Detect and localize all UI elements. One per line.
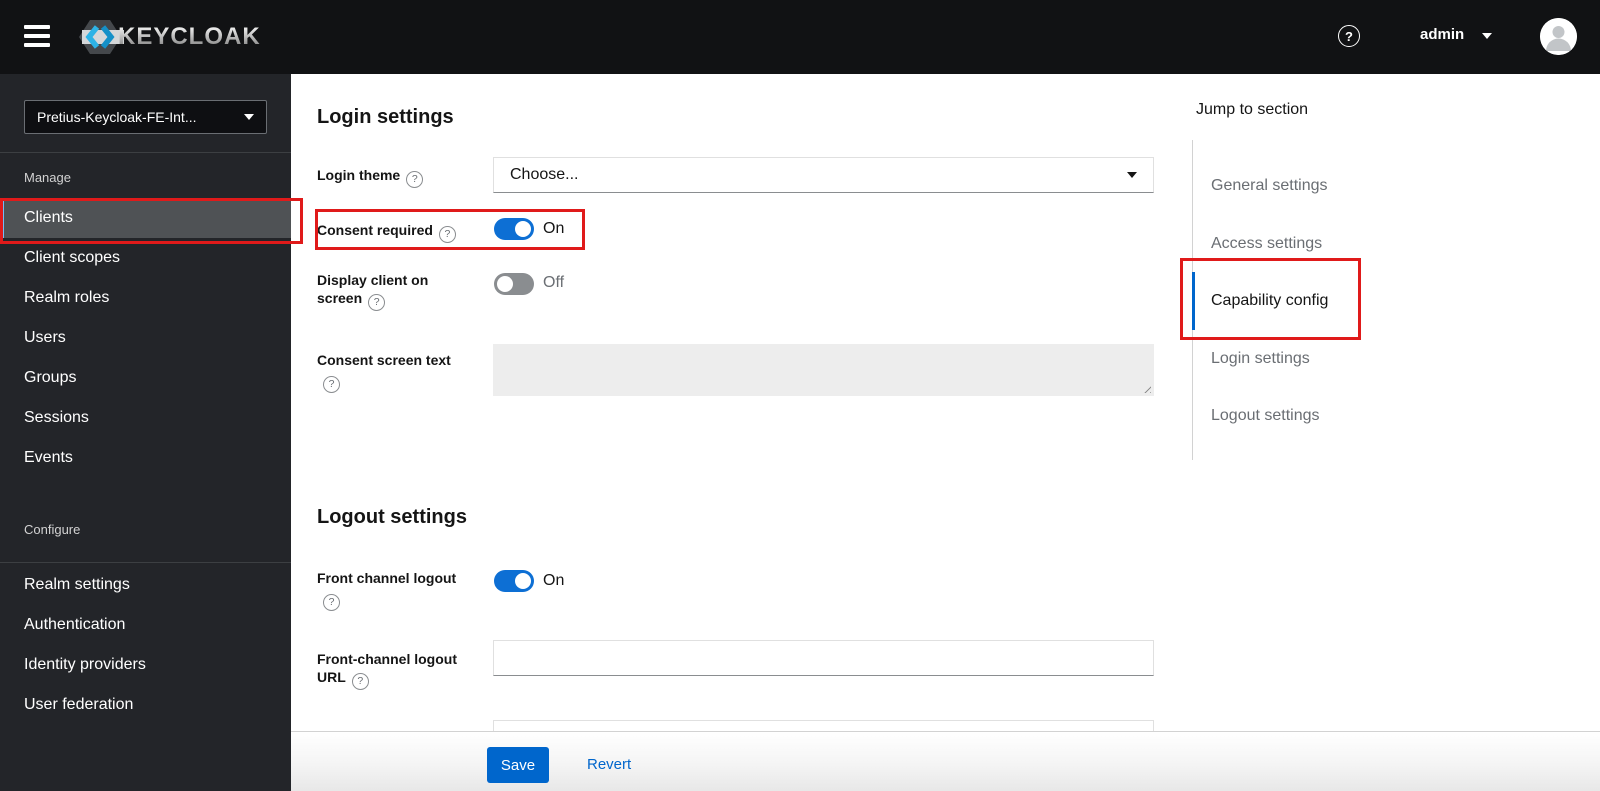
consent-screen-text-textarea[interactable] <box>493 344 1154 396</box>
sidebar-item-realm-roles[interactable]: Realm roles <box>0 278 291 318</box>
jump-item-access-settings[interactable]: Access settings <box>1211 232 1322 256</box>
jump-to-section-heading: Jump to section <box>1196 101 1309 118</box>
display-client-label: Display client on screen? <box>317 271 428 311</box>
nav-section-label-manage: Manage <box>24 170 71 185</box>
display-client-state: Off <box>543 274 565 291</box>
user-menu-label[interactable]: admin <box>1420 26 1464 43</box>
help-icon[interactable]: ? <box>323 376 340 393</box>
top-bar: KEYCLOAK ? admin <box>0 0 1600 74</box>
sidebar-item-clients[interactable]: Clients <box>0 198 291 238</box>
jump-current-indicator <box>1192 272 1195 330</box>
sidebar-item-client-scopes[interactable]: Client scopes <box>0 238 291 278</box>
front-channel-logout-state: On <box>543 572 565 589</box>
consent-required-label: Consent required? <box>317 221 456 243</box>
consent-screen-text-label: Consent screen text <box>317 352 451 368</box>
help-icon[interactable]: ? <box>351 673 369 690</box>
login-settings-heading: Login settings <box>317 106 454 128</box>
sidebar-item-sessions[interactable]: Sessions <box>0 398 291 438</box>
login-theme-select[interactable]: Choose... <box>493 157 1154 193</box>
sidebar-item-groups[interactable]: Groups <box>0 358 291 398</box>
keycloak-admin-console: KEYCLOAK ? admin Pretius-Keycloak-FE-Int… <box>0 0 1600 791</box>
main-content: Login settings Login theme? Choose... Co… <box>291 74 1600 791</box>
help-icon[interactable]: ? <box>406 171 424 188</box>
form-action-bar: Save Revert <box>291 731 1600 791</box>
help-icon[interactable]: ? <box>368 294 386 311</box>
sidebar-item-authentication[interactable]: Authentication <box>0 605 291 645</box>
avatar[interactable] <box>1540 18 1577 55</box>
hamburger-menu-icon[interactable] <box>24 25 50 49</box>
resize-handle-icon[interactable] <box>1142 384 1151 393</box>
sidebar-divider <box>0 152 291 153</box>
jump-item-login-settings[interactable]: Login settings <box>1211 347 1310 371</box>
sidebar-nav: Pretius-Keycloak-FE-Int... Manage Client… <box>0 74 291 791</box>
revert-link[interactable]: Revert <box>587 756 631 773</box>
sidebar-item-identity-providers[interactable]: Identity providers <box>0 645 291 685</box>
jump-item-logout-settings[interactable]: Logout settings <box>1211 404 1320 428</box>
jump-item-capability-config[interactable]: Capability config <box>1211 289 1328 313</box>
front-channel-logout-url-input[interactable] <box>493 640 1154 676</box>
realm-selector[interactable]: Pretius-Keycloak-FE-Int... <box>24 100 267 134</box>
chevron-down-icon <box>1127 172 1137 178</box>
keycloak-logo[interactable]: KEYCLOAK <box>76 17 261 57</box>
brand-text: KEYCLOAK <box>118 23 261 50</box>
sidebar-item-realm-settings[interactable]: Realm settings <box>0 565 291 605</box>
logout-settings-heading: Logout settings <box>317 506 467 528</box>
consent-required-state: On <box>543 220 565 237</box>
front-channel-logout-label: Front channel logout <box>317 570 457 586</box>
display-client-toggle[interactable] <box>494 273 534 295</box>
login-theme-value: Choose... <box>510 166 579 183</box>
consent-required-toggle[interactable] <box>494 218 534 240</box>
user-menu-caret-icon[interactable] <box>1482 33 1492 39</box>
sidebar-item-user-federation[interactable]: User federation <box>0 685 291 725</box>
sidebar-item-events[interactable]: Events <box>0 438 291 478</box>
keycloak-logo-icon <box>79 20 124 54</box>
jump-item-general-settings[interactable]: General settings <box>1211 174 1328 198</box>
login-theme-label: Login theme? <box>317 166 424 188</box>
help-icon[interactable]: ? <box>323 594 340 611</box>
sidebar-item-users[interactable]: Users <box>0 318 291 358</box>
chevron-down-icon <box>244 114 254 120</box>
save-button[interactable]: Save <box>487 747 549 783</box>
help-icon[interactable]: ? <box>1338 25 1360 47</box>
sidebar-divider <box>0 562 291 563</box>
front-channel-logout-toggle[interactable] <box>494 570 534 592</box>
realm-selector-value: Pretius-Keycloak-FE-Int... <box>37 109 197 125</box>
nav-section-label-configure: Configure <box>24 522 81 537</box>
help-icon[interactable]: ? <box>438 226 456 243</box>
front-channel-logout-url-label: Front-channel logout URL? <box>317 650 457 690</box>
